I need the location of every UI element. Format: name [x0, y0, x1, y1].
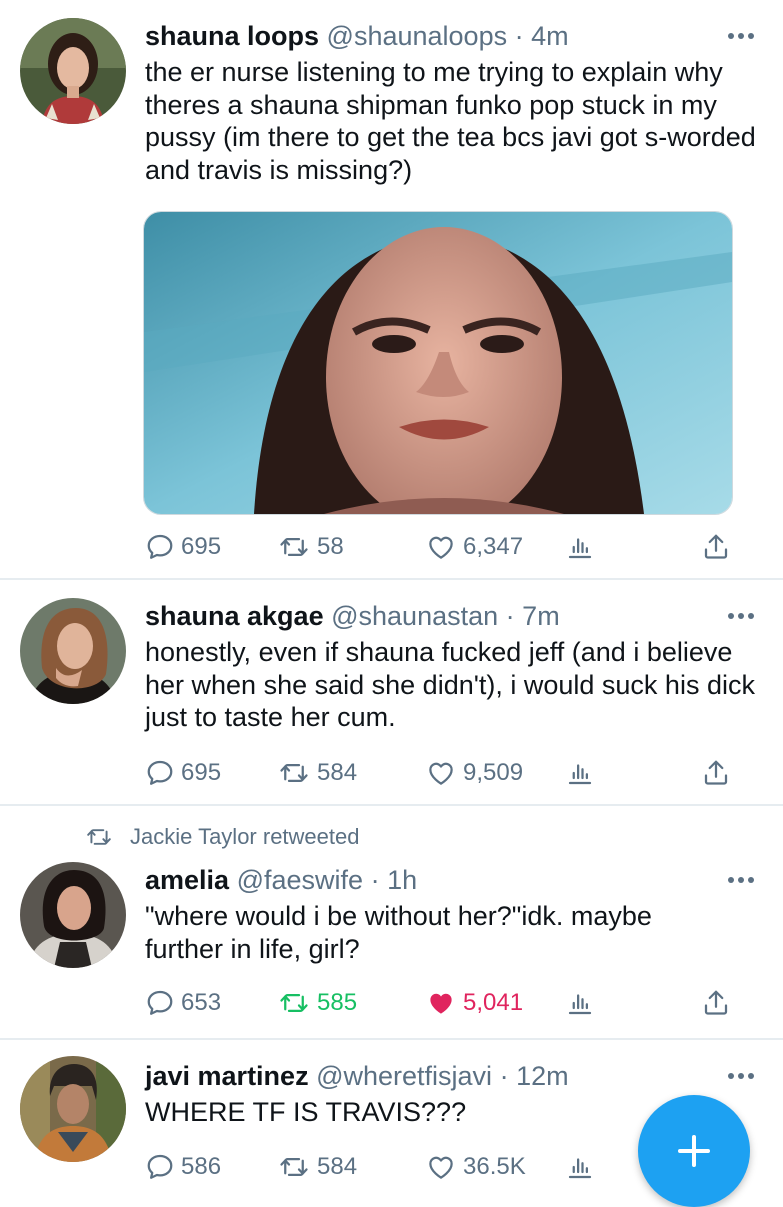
- retweet-button[interactable]: 584: [277, 756, 357, 790]
- reply-count: 695: [181, 759, 222, 786]
- display-name[interactable]: javi martinez: [145, 1061, 309, 1091]
- display-name[interactable]: amelia: [145, 865, 229, 895]
- reply-count: 653: [181, 989, 222, 1016]
- tweet-shauna-loops[interactable]: shauna loops @shaunaloops · 4m the er nu…: [0, 0, 783, 578]
- like-button[interactable]: 9,509: [425, 756, 523, 790]
- tweet-text: the er nurse listening to me trying to e…: [145, 57, 756, 185]
- analytics-button[interactable]: [565, 986, 601, 1020]
- user-handle[interactable]: @shaunastan: [331, 601, 498, 631]
- retweet-count: 58: [317, 533, 344, 560]
- share-button[interactable]: [701, 986, 737, 1020]
- retweet-count: 585: [317, 989, 358, 1016]
- speech-bubble-icon: [145, 988, 175, 1018]
- retweet-arrows-icon: [277, 758, 311, 788]
- reply-count: 695: [181, 533, 222, 560]
- heart-icon: [425, 1152, 457, 1182]
- avatar[interactable]: [20, 1056, 126, 1162]
- like-button[interactable]: 6,347: [425, 530, 523, 564]
- display-name[interactable]: shauna akgae: [145, 601, 324, 631]
- retweet-button[interactable]: 58: [277, 530, 344, 564]
- like-count: 6,347: [463, 533, 524, 560]
- timestamp[interactable]: 7m: [522, 601, 560, 631]
- reply-count: 586: [181, 1153, 222, 1180]
- tweet-actions: 653 585 5,041: [145, 986, 755, 1020]
- reply-button[interactable]: 695: [145, 756, 221, 790]
- tweet-amelia[interactable]: amelia @faeswife · 1h "where would i be …: [0, 806, 783, 1038]
- separator-dot: ·: [514, 21, 524, 51]
- reply-button[interactable]: 586: [145, 1150, 221, 1184]
- retweet-arrows-icon: [277, 532, 311, 562]
- speech-bubble-icon: [145, 532, 175, 562]
- reply-button[interactable]: 653: [145, 986, 221, 1020]
- retweet-arrows-icon: [277, 988, 311, 1018]
- heart-filled-icon: [425, 988, 457, 1018]
- analytics-button[interactable]: [565, 1150, 601, 1184]
- tweet-text: "where would i be without her?"idk. mayb…: [145, 901, 652, 964]
- user-handle[interactable]: @wheretfisjavi: [316, 1061, 492, 1091]
- like-button-active[interactable]: 5,041: [425, 986, 523, 1020]
- more-options-icon[interactable]: [727, 612, 755, 622]
- bar-chart-icon: [565, 988, 595, 1018]
- separator-dot: ·: [499, 1061, 509, 1091]
- tweet-text: honestly, even if shauna fucked jeff (an…: [145, 637, 755, 732]
- display-name[interactable]: shauna loops: [145, 21, 319, 51]
- like-count: 9,509: [463, 759, 524, 786]
- separator-dot: ·: [370, 865, 380, 895]
- speech-bubble-icon: [145, 758, 175, 788]
- tweet-header: shauna akgae @shaunastan · 7m: [145, 600, 560, 632]
- more-options-icon[interactable]: [727, 32, 755, 42]
- retweet-arrows-icon: [277, 1152, 311, 1182]
- avatar[interactable]: [20, 862, 126, 968]
- bar-chart-icon: [565, 758, 595, 788]
- plus-icon: [678, 1135, 710, 1167]
- like-count: 5,041: [463, 989, 524, 1016]
- user-handle[interactable]: @shaunaloops: [327, 21, 508, 51]
- share-upload-icon: [701, 988, 731, 1018]
- share-button[interactable]: [701, 756, 737, 790]
- tweet-actions: 695 584 9,509: [145, 756, 755, 790]
- heart-icon: [425, 532, 457, 562]
- reply-button[interactable]: 695: [145, 530, 221, 564]
- timestamp[interactable]: 1h: [387, 865, 417, 895]
- tweet-media-image[interactable]: [143, 211, 733, 515]
- timestamp[interactable]: 12m: [516, 1061, 569, 1091]
- separator-dot: ·: [505, 601, 515, 631]
- share-button[interactable]: [701, 530, 737, 564]
- analytics-button[interactable]: [565, 756, 601, 790]
- like-count: 36.5K: [463, 1153, 526, 1180]
- like-button[interactable]: 36.5K: [425, 1150, 526, 1184]
- bar-chart-icon: [565, 532, 595, 562]
- timestamp[interactable]: 4m: [531, 21, 569, 51]
- retweet-button[interactable]: 584: [277, 1150, 357, 1184]
- tweet-header: amelia @faeswife · 1h: [145, 864, 417, 896]
- tweet-header: shauna loops @shaunaloops · 4m: [145, 20, 569, 52]
- tweet-header: javi martinez @wheretfisjavi · 12m: [145, 1060, 569, 1092]
- retweet-button-active[interactable]: 585: [277, 986, 357, 1020]
- analytics-button[interactable]: [565, 530, 601, 564]
- retweet-count: 584: [317, 759, 358, 786]
- bar-chart-icon: [565, 1152, 595, 1182]
- heart-icon: [425, 758, 457, 788]
- retweet-count: 584: [317, 1153, 358, 1180]
- share-upload-icon: [701, 532, 731, 562]
- tweet-actions: 695 58 6,347: [145, 530, 755, 564]
- more-options-icon[interactable]: [727, 1072, 755, 1082]
- tweet-shauna-akgae[interactable]: shauna akgae @shaunastan · 7m honestly, …: [0, 580, 783, 804]
- avatar[interactable]: [20, 598, 126, 704]
- compose-tweet-button[interactable]: [638, 1095, 750, 1207]
- more-options-icon[interactable]: [727, 876, 755, 886]
- avatar[interactable]: [20, 18, 126, 124]
- share-upload-icon: [701, 758, 731, 788]
- speech-bubble-icon: [145, 1152, 175, 1182]
- user-handle[interactable]: @faeswife: [237, 865, 363, 895]
